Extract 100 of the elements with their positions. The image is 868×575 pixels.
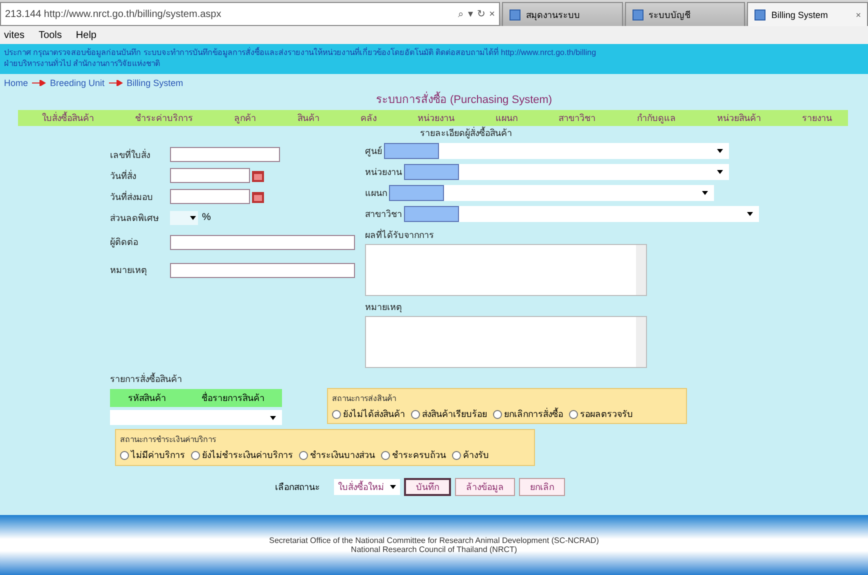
unit-text: %	[202, 212, 211, 223]
code-field[interactable]	[389, 184, 444, 200]
field-label: วันที่สั่ง	[110, 168, 137, 182]
nav-link[interactable]: ชำระค่าบริการ	[135, 111, 194, 125]
tab-title: Billing System	[771, 10, 828, 20]
input-field[interactable]	[170, 262, 355, 278]
calendar-icon[interactable]	[252, 190, 264, 202]
code-field[interactable]	[384, 142, 439, 158]
radio-button[interactable]	[452, 450, 461, 460]
breadcrumb-link[interactable]: Home	[4, 78, 28, 88]
field-label: เลขที่ใบสั่ง	[110, 148, 151, 162]
action-button[interactable]: ล้างข้อมูล	[455, 478, 515, 496]
arrow-icon	[32, 80, 46, 86]
caret-icon	[270, 416, 276, 420]
address-button[interactable]: ↻	[477, 8, 486, 20]
field-label: ผลที่ได้รับจากการ	[365, 228, 435, 242]
nav-link[interactable]: รายงาน	[802, 111, 832, 125]
menu-item[interactable]: vites	[4, 30, 25, 40]
option-label: ไม่มีค่าบริการ	[131, 449, 185, 462]
panel-heading: สถานะการส่งสินค้า	[332, 394, 396, 403]
action-button[interactable]: ยกเลิก	[519, 478, 565, 496]
panel-heading: สถานะการชำระเงินค่าบริการ	[120, 435, 216, 444]
menu-item[interactable]: Tools	[38, 30, 62, 40]
column-header: ชื่อรายการสินค้า	[201, 391, 264, 405]
address-button[interactable]: ⌕	[458, 8, 464, 20]
browser-tab[interactable]: Billing System ×	[747, 2, 868, 26]
caret-icon	[747, 212, 753, 216]
tab-title: ระบบบัญชี	[648, 8, 691, 22]
page-icon	[754, 8, 766, 20]
option-label: ยังไม่ชำระเงินค่าบริการ	[202, 449, 293, 462]
field-label: แผนก	[365, 186, 387, 200]
discount-select[interactable]	[170, 210, 198, 224]
address-button[interactable]: ▾	[468, 8, 474, 20]
address-text: 213.144 http://www.nrct.go.th/billing/system.aspx	[5, 8, 222, 20]
option-label: ยกเลิกการสั่งซื้อ	[504, 407, 563, 421]
breadcrumb-link[interactable]: Breeding Unit	[50, 78, 105, 88]
field-label: หมายเหตุ	[365, 301, 403, 314]
field-label: ผู้ติดต่อ	[110, 236, 139, 249]
caret-icon	[390, 485, 396, 489]
input-field[interactable]	[170, 189, 250, 204]
scrollbar[interactable]	[636, 317, 646, 367]
arrow-icon	[108, 80, 123, 86]
page-title: ระบบการสั่งซื้อ (Purchasing System)	[60, 90, 868, 108]
radio-button[interactable]	[120, 450, 129, 460]
radio-button[interactable]	[332, 410, 341, 418]
code-field[interactable]	[404, 206, 459, 222]
column-header: รหัสสินค้า	[128, 392, 166, 405]
input-field[interactable]	[170, 168, 250, 183]
field-label: ส่วนลดพิเศษ	[110, 212, 160, 224]
nav-link[interactable]: คลัง	[360, 111, 376, 125]
input-field[interactable]	[170, 234, 355, 250]
page-icon	[632, 8, 644, 20]
action-button[interactable]: บันทึก	[404, 478, 451, 496]
radio-button[interactable]	[411, 410, 420, 418]
option-label: รอผลตรวจรับ	[580, 408, 633, 421]
close-tab-button[interactable]: ×	[856, 10, 862, 20]
option-label: ยังไม่ได้ส่งสินค้า	[343, 408, 405, 421]
notice-text: ฝ่ายบริหารงานทั่วไป สำนักงานการวิจัยแห่งชาติ	[4, 58, 162, 69]
radio-button[interactable]	[493, 410, 502, 418]
text-area[interactable]	[365, 244, 647, 296]
scrollbar[interactable]	[636, 245, 646, 295]
caret-icon	[702, 190, 708, 194]
breadcrumb-link[interactable]: Billing System	[126, 78, 184, 88]
address-button[interactable]: ×	[489, 8, 495, 20]
option-label: ค้างรับ	[463, 449, 489, 462]
input-field[interactable]	[170, 147, 280, 162]
section-heading: รายการสั่งซื้อสินค้า	[110, 372, 183, 386]
nav-link[interactable]: กำกับดูแล	[636, 111, 676, 125]
nav-link[interactable]: สินค้า	[297, 111, 320, 125]
footer-text: Secretariat Office of the National Committee for Research Animal Development (SC-NCRAD)	[269, 536, 599, 545]
field-label: เลือกสถานะ	[275, 481, 320, 494]
radio-button[interactable]	[381, 450, 390, 460]
nav-link[interactable]: หน่วยงาน	[417, 111, 454, 125]
page-icon	[509, 8, 521, 20]
nav-link[interactable]: หน่วยสินค้า	[716, 111, 761, 125]
radio-button[interactable]	[569, 410, 578, 418]
nav-link[interactable]: สาขาวิชา	[558, 111, 596, 125]
caret-icon	[717, 148, 723, 152]
radio-button[interactable]	[191, 450, 200, 460]
address-bar[interactable]: 213.144 http://www.nrct.go.th/billing/system.aspx ⌕ ▾ ↻ ×	[0, 2, 500, 26]
option-label: ส่งสินค้าเรียบร้อย	[422, 408, 487, 421]
browser-tab[interactable]: สมุดงานระบบ	[502, 2, 623, 26]
nav-link[interactable]: ลูกค้า	[234, 111, 256, 125]
calendar-icon[interactable]	[252, 170, 264, 182]
option-label: ชำระเงินบางส่วน	[310, 449, 375, 462]
radio-button[interactable]	[299, 450, 308, 460]
field-label: หน่วยงาน	[365, 166, 402, 178]
nav-link[interactable]: แผนก	[496, 111, 518, 125]
nav-link[interactable]: ใบสั่งซื้อสินค้า	[42, 111, 94, 125]
option-label: ชำระครบถ้วน	[392, 449, 446, 462]
menu-item[interactable]: Help	[76, 30, 96, 40]
caret-icon	[190, 216, 196, 220]
browser-tab[interactable]: ระบบบัญชี	[624, 2, 746, 26]
status-dropdown[interactable]: ใบสั่งซื้อใหม่	[334, 479, 400, 495]
caret-icon	[717, 170, 723, 174]
field-label: หมายเหตุ	[110, 264, 148, 277]
text-area[interactable]	[365, 316, 647, 368]
tab-title: สมุดงานระบบ	[526, 8, 580, 22]
code-field[interactable]	[404, 164, 459, 180]
section-heading: รายละเอียดผู้สั่งซื้อสินค้า	[420, 126, 513, 140]
